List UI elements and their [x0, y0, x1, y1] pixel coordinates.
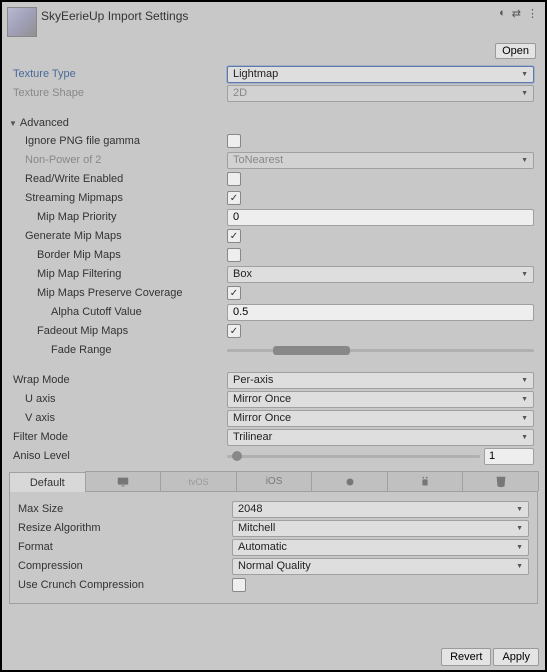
filter-mode-dropdown[interactable]: Trilinear — [227, 429, 534, 446]
ignore-png-gamma-checkbox[interactable] — [227, 134, 241, 148]
non-power-of-2-label: Non-Power of 2 — [9, 154, 227, 166]
ignore-png-gamma-label: Ignore PNG file gamma — [9, 135, 227, 147]
mip-maps-preserve-coverage-checkbox[interactable]: ✓ — [227, 286, 241, 300]
resize-algorithm-dropdown[interactable]: Mitchell — [232, 520, 529, 537]
wrap-mode-dropdown[interactable]: Per-axis — [227, 372, 534, 389]
mip-map-filtering-label: Mip Map Filtering — [9, 268, 227, 280]
tab-tvos[interactable]: tvOS — [160, 471, 237, 491]
html5-icon — [494, 475, 508, 489]
generate-mip-maps-label: Generate Mip Maps — [9, 230, 227, 242]
inspector-header: SkyEerieUp Import Settings ◐ ⇄ ⋮ — [5, 5, 542, 41]
fade-range-label: Fade Range — [9, 344, 227, 356]
u-axis-dropdown[interactable]: Mirror Once — [227, 391, 534, 408]
texture-type-dropdown[interactable]: Lightmap — [227, 66, 534, 83]
u-axis-label: U axis — [9, 393, 227, 405]
fadeout-mip-maps-label: Fadeout Mip Maps — [9, 325, 227, 337]
platform-settings-panel: Max Size 2048 Resize Algorithm Mitchell … — [9, 492, 538, 604]
v-axis-label: V axis — [9, 412, 227, 424]
streaming-mipmaps-checkbox[interactable]: ✓ — [227, 191, 241, 205]
compression-label: Compression — [14, 560, 232, 572]
max-size-label: Max Size — [14, 503, 232, 515]
inspector-title: SkyEerieUp Import Settings — [41, 7, 499, 23]
advanced-label: Advanced — [20, 117, 69, 129]
menu-icon[interactable]: ⋮ — [527, 7, 538, 20]
foldout-arrow-icon: ▼ — [9, 119, 17, 128]
ios-icon: iOS — [266, 476, 283, 487]
border-mip-maps-label: Border Mip Maps — [9, 249, 227, 261]
tab-ios[interactable]: iOS — [236, 471, 313, 491]
tab-standalone[interactable] — [85, 471, 162, 491]
aniso-level-value[interactable]: 1 — [484, 448, 534, 465]
streaming-mipmaps-label: Streaming Mipmaps — [9, 192, 227, 204]
tab-android[interactable] — [387, 471, 464, 491]
preset-icon[interactable]: ⇄ — [512, 7, 521, 20]
read-write-label: Read/Write Enabled — [9, 173, 227, 185]
border-mip-maps-checkbox[interactable] — [227, 248, 241, 262]
max-size-dropdown[interactable]: 2048 — [232, 501, 529, 518]
filter-mode-label: Filter Mode — [9, 431, 227, 443]
fade-range-slider[interactable] — [227, 342, 534, 359]
tab-lumin[interactable] — [311, 471, 388, 491]
use-crunch-compression-checkbox[interactable] — [232, 578, 246, 592]
alpha-cutoff-value-input[interactable] — [227, 304, 534, 321]
mip-maps-preserve-coverage-label: Mip Maps Preserve Coverage — [9, 287, 227, 299]
platform-tabbar: Default tvOS iOS — [9, 471, 538, 492]
aniso-level-slider[interactable]: 1 — [227, 448, 534, 465]
mip-map-priority-label: Mip Map Priority — [9, 211, 227, 223]
texture-shape-dropdown: 2D — [227, 85, 534, 102]
alpha-cutoff-value-label: Alpha Cutoff Value — [9, 306, 227, 318]
apply-button[interactable]: Apply — [493, 648, 539, 666]
revert-button[interactable]: Revert — [441, 648, 491, 666]
resize-algorithm-label: Resize Algorithm — [14, 522, 232, 534]
mip-map-filtering-dropdown[interactable]: Box — [227, 266, 534, 283]
monitor-icon — [116, 475, 130, 489]
texture-type-label: Texture Type — [9, 68, 227, 80]
advanced-foldout[interactable]: ▼ Advanced — [9, 114, 538, 132]
texture-shape-label: Texture Shape — [9, 87, 227, 99]
compression-dropdown[interactable]: Normal Quality — [232, 558, 529, 575]
wrap-mode-label: Wrap Mode — [9, 374, 227, 386]
use-crunch-compression-label: Use Crunch Compression — [14, 579, 232, 591]
generate-mip-maps-checkbox[interactable]: ✓ — [227, 229, 241, 243]
fadeout-mip-maps-checkbox[interactable]: ✓ — [227, 324, 241, 338]
open-button[interactable]: Open — [495, 43, 536, 59]
asset-thumbnail — [7, 7, 37, 37]
android-icon — [418, 475, 432, 489]
tab-default[interactable]: Default — [9, 472, 86, 492]
lumin-icon — [343, 475, 357, 489]
help-icon[interactable]: ◐ — [499, 7, 506, 20]
read-write-checkbox[interactable] — [227, 172, 241, 186]
tvos-icon: tvOS — [188, 477, 208, 487]
v-axis-dropdown[interactable]: Mirror Once — [227, 410, 534, 427]
aniso-level-label: Aniso Level — [9, 450, 227, 462]
format-dropdown[interactable]: Automatic — [232, 539, 529, 556]
format-label: Format — [14, 541, 232, 553]
mip-map-priority-input[interactable] — [227, 209, 534, 226]
non-power-of-2-dropdown: ToNearest — [227, 152, 534, 169]
tab-webgl[interactable] — [462, 471, 539, 491]
